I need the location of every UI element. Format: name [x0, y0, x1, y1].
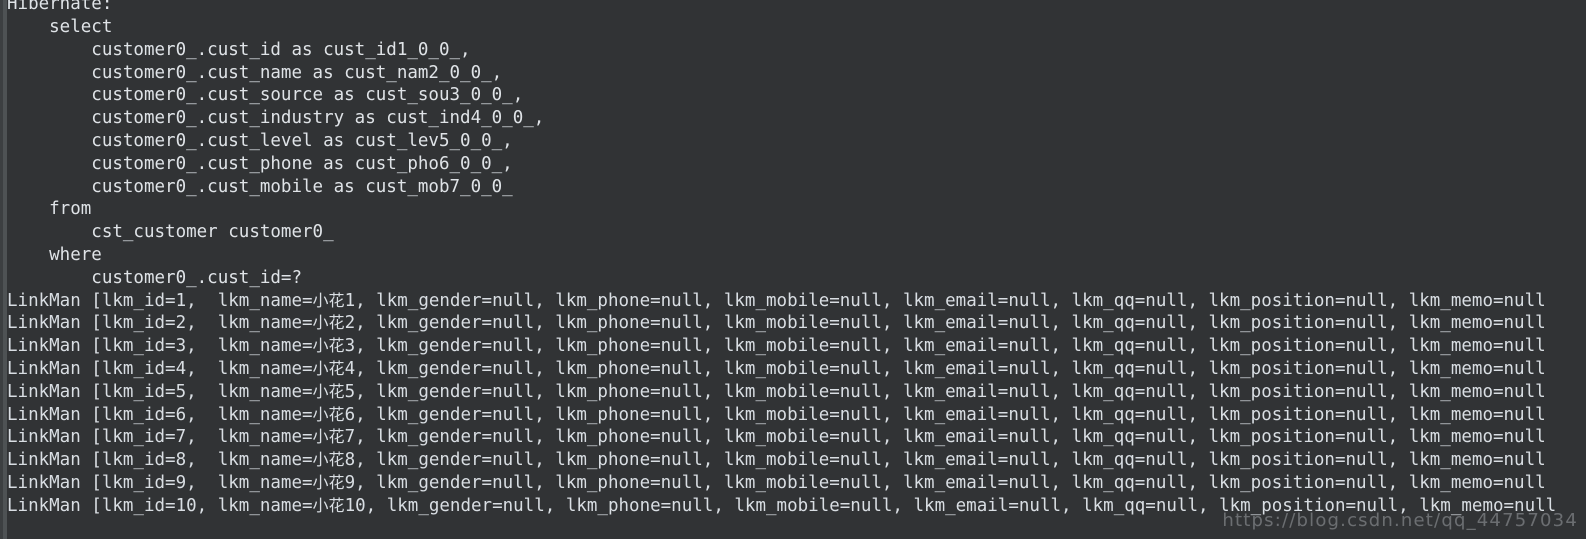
- linkman-output-line: LinkMan [lkm_id=2, lkm_name=小花2, lkm_gen…: [7, 312, 1586, 335]
- linkman-name-cjk: 小花: [312, 358, 345, 378]
- linkman-line-prefix: LinkMan [lkm_id=2, lkm_name=: [7, 313, 313, 334]
- linkman-name-index: 4: [344, 358, 356, 379]
- linkman-name-index: 1: [344, 290, 356, 311]
- console-line: where: [7, 244, 102, 265]
- console-line: Hibernate:: [7, 0, 123, 15]
- linkman-name-index: 2: [344, 313, 356, 334]
- linkman-line-suffix: , lkm_gender=null, lkm_phone=null, lkm_m…: [355, 404, 1546, 425]
- linkman-name-cjk: 小花: [312, 427, 345, 447]
- linkman-line-prefix: LinkMan [lkm_id=6, lkm_name=: [7, 404, 313, 425]
- linkman-name-cjk: 小花: [312, 336, 345, 356]
- linkman-line-suffix: , lkm_gender=null, lkm_phone=null, lkm_m…: [355, 450, 1546, 471]
- linkman-output-line: LinkMan [lkm_id=5, lkm_name=小花5, lkm_gen…: [7, 381, 1586, 404]
- console-line: customer0_.cust_phone as cust_pho6_0_0_,: [7, 153, 513, 174]
- linkman-line-suffix: , lkm_gender=null, lkm_phone=null, lkm_m…: [355, 290, 1546, 311]
- console-line: customer0_.cust_level as cust_lev5_0_0_,: [7, 130, 513, 151]
- linkman-name-index: 3: [344, 336, 356, 357]
- linkman-output-line: LinkMan [lkm_id=8, lkm_name=小花8, lkm_gen…: [7, 449, 1586, 472]
- linkman-line-prefix: LinkMan [lkm_id=5, lkm_name=: [7, 381, 313, 402]
- linkman-name-cjk: 小花: [312, 450, 345, 470]
- console-line: customer0_.cust_mobile as cust_mob7_0_0_: [7, 176, 513, 197]
- linkman-line-suffix: , lkm_gender=null, lkm_phone=null, lkm_m…: [355, 381, 1546, 402]
- linkman-name-index: 6: [344, 404, 356, 425]
- linkman-line-prefix: LinkMan [lkm_id=1, lkm_name=: [7, 290, 313, 311]
- linkman-output-line: LinkMan [lkm_id=1, lkm_name=小花1, lkm_gen…: [7, 290, 1586, 313]
- linkman-line-prefix: LinkMan [lkm_id=7, lkm_name=: [7, 427, 313, 448]
- linkman-name-index: 9: [344, 472, 356, 493]
- console-line: cst_customer customer0_: [7, 222, 334, 243]
- linkman-line-prefix: LinkMan [lkm_id=8, lkm_name=: [7, 450, 313, 471]
- linkman-output-line: LinkMan [lkm_id=4, lkm_name=小花4, lkm_gen…: [7, 358, 1586, 381]
- linkman-output-line: LinkMan [lkm_id=6, lkm_name=小花6, lkm_gen…: [7, 404, 1586, 427]
- hibernate-sql-block: cst_linkman linkman0_Hibernate: select c…: [7, 0, 1586, 290]
- linkman-name-index: 8: [344, 450, 356, 471]
- linkman-output-line: LinkMan [lkm_id=7, lkm_name=小花7, lkm_gen…: [7, 426, 1586, 449]
- linkman-output-line: LinkMan [lkm_id=3, lkm_name=小花3, lkm_gen…: [7, 335, 1586, 358]
- linkman-line-prefix: LinkMan [lkm_id=10, lkm_name=: [7, 495, 313, 516]
- console-line: customer0_.cust_name as cust_nam2_0_0_,: [7, 62, 503, 83]
- console-line: customer0_.cust_id=?: [7, 267, 303, 288]
- linkman-name-index: 7: [344, 427, 356, 448]
- linkman-line-prefix: LinkMan [lkm_id=9, lkm_name=: [7, 472, 313, 493]
- linkman-name-cjk: 小花: [312, 404, 345, 424]
- linkman-name-index: 10: [344, 495, 366, 516]
- linkman-name-cjk: 小花: [312, 472, 345, 492]
- linkman-line-suffix: , lkm_gender=null, lkm_phone=null, lkm_m…: [355, 358, 1546, 379]
- linkman-line-prefix: LinkMan [lkm_id=3, lkm_name=: [7, 336, 313, 357]
- console-line: customer0_.cust_id as cust_id1_0_0_,: [7, 39, 471, 60]
- linkman-line-suffix: , lkm_gender=null, lkm_phone=null, lkm_m…: [355, 427, 1546, 448]
- console-line: from: [7, 199, 92, 220]
- console-line: customer0_.cust_industry as cust_ind4_0_…: [7, 108, 545, 129]
- linkman-output-block: LinkMan [lkm_id=1, lkm_name=小花1, lkm_gen…: [7, 290, 1586, 518]
- console-output-panel[interactable]: cst_linkman linkman0_Hibernate: select c…: [0, 0, 1586, 539]
- linkman-name-index: 5: [344, 381, 356, 402]
- linkman-name-cjk: 小花: [312, 495, 345, 515]
- console-line: customer0_.cust_source as cust_sou3_0_0_…: [7, 85, 524, 106]
- linkman-name-cjk: 小花: [312, 313, 345, 333]
- linkman-output-line: LinkMan [lkm_id=9, lkm_name=小花9, lkm_gen…: [7, 472, 1586, 495]
- linkman-line-suffix: , lkm_gender=null, lkm_phone=null, lkm_m…: [355, 472, 1546, 493]
- linkman-line-suffix: , lkm_gender=null, lkm_phone=null, lkm_m…: [355, 336, 1546, 357]
- console-line: select: [7, 17, 113, 37]
- linkman-name-cjk: 小花: [312, 381, 345, 401]
- linkman-line-prefix: LinkMan [lkm_id=4, lkm_name=: [7, 358, 313, 379]
- linkman-line-suffix: , lkm_gender=null, lkm_phone=null, lkm_m…: [355, 313, 1546, 334]
- linkman-line-suffix: , lkm_gender=null, lkm_phone=null, lkm_m…: [365, 495, 1557, 516]
- linkman-output-line: LinkMan [lkm_id=10, lkm_name=小花10, lkm_g…: [7, 495, 1586, 518]
- console-text-area[interactable]: cst_linkman linkman0_Hibernate: select c…: [7, 0, 1586, 539]
- linkman-name-cjk: 小花: [312, 290, 345, 310]
